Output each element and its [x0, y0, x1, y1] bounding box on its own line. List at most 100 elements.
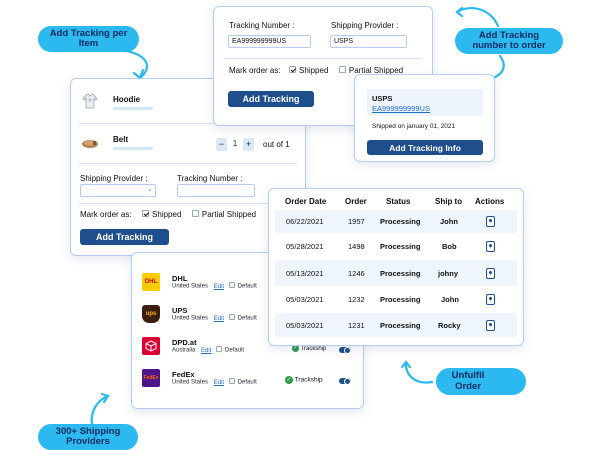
map-pin-icon[interactable]: [486, 294, 495, 305]
order-date: 05/03/2021: [286, 295, 324, 304]
order-number: 1957: [348, 217, 365, 226]
shipped-checkbox[interactable]: [289, 66, 297, 74]
add-tracking-item-button[interactable]: Add Tracking: [80, 229, 169, 245]
qty-out-of: out of 1: [263, 140, 290, 149]
provider-edit-link[interactable]: Edit: [214, 284, 224, 290]
order-date: 05/28/2021: [286, 242, 324, 251]
arrow-per-item: [120, 48, 149, 80]
column-header-order: Order: [345, 197, 367, 206]
provider-country: United States: [172, 315, 209, 322]
table-row[interactable]: 05/03/2021 1232 Processing John: [275, 286, 517, 313]
trackship-label: Trackship: [300, 346, 327, 353]
provider-name: DHL: [172, 274, 188, 283]
provider-edit-link[interactable]: Edit: [214, 316, 224, 322]
provider-meta: United States Edit Default: [172, 378, 257, 386]
orders-table: Order Date Order Status Ship to Actions …: [268, 188, 524, 346]
table-row[interactable]: 05/28/2021 1498 Processing Bob: [275, 233, 517, 260]
order-date: 05/13/2021: [286, 269, 324, 278]
table-row[interactable]: 06/22/2021 1957 Processing John: [275, 210, 517, 233]
trackship-status: ✓ Trackship: [285, 376, 323, 384]
provider-meta: Australia Edit Default: [172, 346, 245, 354]
order-ship-to: John: [440, 217, 458, 226]
product-image-belt: [81, 134, 99, 152]
default-checkbox[interactable]: [228, 314, 235, 320]
shipping-provider-select[interactable]: ⌄: [80, 184, 156, 197]
default-label: Default: [225, 347, 245, 354]
shipped-label: Shipped: [152, 210, 182, 219]
arrow-providers: [90, 394, 110, 428]
default-checkbox[interactable]: [216, 346, 223, 352]
table-row[interactable]: 05/13/2021 1246 Processing johny: [275, 260, 517, 286]
item-name-hoodie: Hoodie: [113, 95, 141, 104]
trackship-label: Trackship: [294, 376, 323, 384]
map-pin-icon[interactable]: [486, 241, 495, 252]
arrow-unfulfilled: [404, 360, 434, 384]
qty-value[interactable]: 1: [230, 139, 240, 148]
provider-meta: United States Edit Default: [172, 282, 257, 290]
callout-add-tracking-to-order: Add Tracking number to order: [455, 28, 563, 54]
provider-toggle[interactable]: [339, 377, 351, 385]
partial-shipped-checkbox[interactable]: [338, 66, 346, 74]
provider-edit-link[interactable]: Edit: [201, 348, 211, 354]
chevron-down-icon: ⌄: [146, 187, 152, 193]
check-circle-icon: ✓: [292, 345, 299, 352]
shipped-on-date: Shipped on january 01, 2021: [372, 123, 456, 130]
qty-increase-button[interactable]: +: [243, 138, 254, 151]
partial-shipped-checkbox[interactable]: [191, 210, 199, 218]
tracking-number-label: Tracking Number :: [229, 21, 295, 30]
tracking-number-label: Tracking Number :: [177, 174, 243, 183]
shipping-provider-select[interactable]: USPS: [330, 35, 407, 48]
tracking-info-card: USPS EA999999999US Shipped on january 01…: [354, 74, 495, 162]
provider-toggle[interactable]: [339, 346, 351, 354]
mark-order-row: Mark order as: Shipped Partial Shipped: [80, 210, 256, 219]
check-circle-icon: ✓: [285, 376, 293, 384]
dpd-logo: [142, 337, 160, 355]
order-date: 06/22/2021: [286, 217, 324, 226]
default-checkbox[interactable]: [228, 282, 235, 288]
order-status: Processing: [380, 295, 421, 304]
dhl-logo: DHL: [142, 273, 160, 291]
shipping-provider-label: Shipping Provider :: [331, 21, 399, 30]
default-label: Default: [237, 315, 257, 322]
order-ship-to: johny: [438, 269, 458, 278]
order-status: Processing: [380, 242, 421, 251]
map-pin-icon[interactable]: [486, 268, 495, 279]
order-date: 05/03/2021: [286, 321, 324, 330]
provider-country: Australia: [172, 347, 196, 354]
tracking-number-link[interactable]: EA999999999US: [372, 104, 430, 113]
shipped-checkbox[interactable]: [142, 210, 150, 218]
add-tracking-button[interactable]: Add Tracking: [228, 91, 314, 107]
default-label: Default: [237, 379, 257, 386]
tracking-provider: USPS: [372, 94, 393, 103]
order-status: Processing: [380, 269, 421, 278]
column-header-actions: Actions: [475, 197, 505, 206]
order-number: 1498: [348, 242, 365, 251]
arrow-to-order-top: [455, 7, 500, 28]
partial-shipped-label: Partial Shipped: [201, 210, 257, 219]
order-number: 1232: [348, 295, 365, 304]
order-number: 1246: [348, 269, 365, 278]
default-checkbox[interactable]: [228, 378, 235, 384]
callout-unfulfilled-order: Unfulfil Order: [436, 368, 526, 395]
provider-edit-link[interactable]: Edit: [214, 380, 224, 386]
ups-logo: ups: [142, 305, 160, 323]
tracking-number-input[interactable]: [177, 184, 255, 197]
map-pin-icon[interactable]: [486, 320, 495, 331]
add-tracking-info-button[interactable]: Add Tracking Info: [367, 140, 483, 155]
provider-name: DPD.at: [172, 338, 197, 347]
order-ship-to: Bob: [442, 242, 457, 251]
order-ship-to: John: [441, 295, 459, 304]
item-name-belt: Belt: [113, 135, 129, 144]
shipped-label: Shipped: [299, 66, 329, 75]
mark-order-label: Mark order as:: [80, 210, 132, 219]
table-row[interactable]: 05/03/2021 1231 Processing Rocky: [275, 313, 517, 337]
item-sku-placeholder: [113, 107, 153, 110]
qty-decrease-button[interactable]: −: [216, 138, 227, 151]
callout-add-tracking-per-item: Add Tracking per Item: [38, 26, 139, 52]
map-pin-icon[interactable]: [486, 216, 495, 227]
tracking-number-input[interactable]: EA999999999US: [228, 35, 311, 48]
product-image-hoodie: [81, 92, 99, 110]
column-header-ship-to: Ship to: [435, 197, 463, 206]
callout-shipping-providers: 300+ Shipping Providers: [38, 424, 138, 450]
order-ship-to: Rocky: [438, 321, 461, 330]
